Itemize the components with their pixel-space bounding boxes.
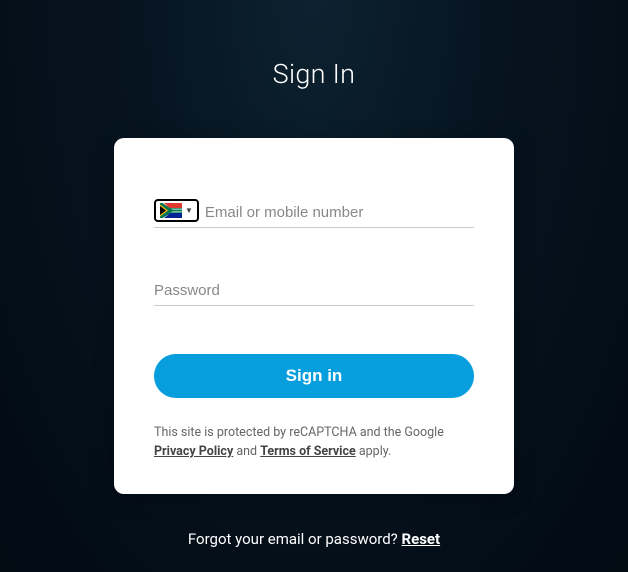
recaptcha-notice: This site is protected by reCAPTCHA and … <box>154 424 474 462</box>
reset-link[interactable]: Reset <box>402 530 441 548</box>
email-field-row: ▼ <box>154 198 474 228</box>
chevron-down-icon: ▼ <box>185 206 193 215</box>
signin-button[interactable]: Sign in <box>154 354 474 398</box>
forgot-text: Forgot your email or password? <box>188 530 402 548</box>
password-field-row <box>154 276 474 306</box>
recaptcha-and: and <box>233 444 260 459</box>
email-input[interactable] <box>205 198 474 227</box>
terms-of-service-link[interactable]: Terms of Service <box>260 444 356 459</box>
password-input[interactable] <box>154 276 474 305</box>
recaptcha-suffix: apply. <box>356 444 392 459</box>
recaptcha-prefix: This site is protected by reCAPTCHA and … <box>154 425 444 440</box>
page-title: Sign In <box>0 0 628 90</box>
south-africa-flag-icon <box>160 203 182 218</box>
privacy-policy-link[interactable]: Privacy Policy <box>154 444 233 459</box>
signin-card: ▼ Sign in This site is protected by reCA… <box>114 138 514 494</box>
country-select[interactable]: ▼ <box>154 199 199 222</box>
forgot-line: Forgot your email or password? Reset <box>0 530 628 548</box>
